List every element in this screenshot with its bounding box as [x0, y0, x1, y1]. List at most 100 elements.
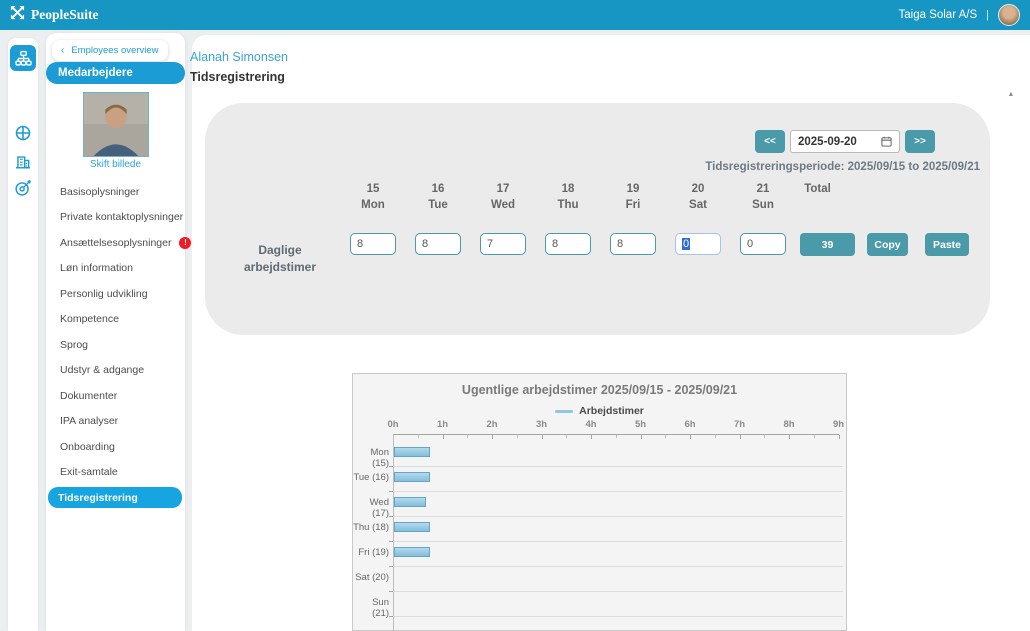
sidebar-item-private-kontaktoplysninger[interactable]: Private kontaktoplysninger — [46, 205, 185, 231]
chart-legend[interactable]: Arbejdstimer — [353, 405, 846, 417]
chart-row-label: Sun (21) — [353, 597, 389, 619]
change-photo-link[interactable]: Skift billede — [46, 159, 185, 170]
next-week-button[interactable]: >> — [905, 130, 935, 153]
day-number-fri: 19 — [610, 183, 656, 195]
y-axis-tick — [389, 516, 393, 517]
app-window: PeopleSuite Taiga Solar A/S | — [0, 0, 1030, 631]
row-gridline — [393, 516, 843, 517]
weekly-hours-chart: Ugentlige arbejdstimer 2025/09/15 - 2025… — [352, 373, 847, 631]
hours-input-thu[interactable] — [545, 233, 591, 255]
axis-minor-tick — [566, 435, 567, 438]
chart-bar-mon — [394, 447, 430, 457]
axis-tick-label: 6h — [675, 419, 705, 430]
axis-minor-tick — [517, 435, 518, 438]
company-name: Taiga Solar A/S — [899, 9, 978, 21]
employee-sidebar: ‹ Employees overview Medarbejdere Skift … — [46, 33, 185, 631]
hours-input-tue[interactable] — [415, 233, 461, 255]
day-name-sun: Sun — [740, 199, 786, 211]
employee-name-link[interactable]: Alanah Simonsen — [190, 50, 288, 64]
hours-input-mon[interactable] — [350, 233, 396, 255]
row-gridline — [393, 566, 843, 567]
row-gridline — [393, 466, 843, 467]
hours-input-sun[interactable] — [740, 233, 786, 255]
globe-icon[interactable] — [10, 120, 36, 146]
sidebar-item-ipa-analyser[interactable]: IPA analyser — [46, 409, 185, 435]
app-logo[interactable]: PeopleSuite — [10, 5, 99, 25]
axis-tick-mark — [789, 435, 790, 439]
day-name-thu: Thu — [545, 199, 591, 211]
app-name: PeopleSuite — [31, 7, 99, 23]
day-name-sat: Sat — [675, 199, 721, 211]
peoplesuite-logo-icon — [10, 5, 25, 25]
hours-input-fri[interactable] — [610, 233, 656, 255]
hours-input-wed[interactable] — [480, 233, 526, 255]
sidebar-item-løn-information[interactable]: Løn information — [46, 256, 185, 282]
hours-input-sat[interactable]: 0 — [675, 233, 721, 255]
sidebar-item-udstyr-adgange[interactable]: Udstyr & adgange — [46, 358, 185, 384]
y-axis-tick — [389, 566, 393, 567]
axis-tick-mark — [591, 435, 592, 439]
back-to-employees-button[interactable]: ‹ Employees overview — [52, 40, 168, 61]
top-bar: PeopleSuite Taiga Solar A/S | — [0, 0, 1030, 30]
axis-tick-mark — [492, 435, 493, 439]
day-name-mon: Mon — [350, 199, 396, 211]
day-number-thu: 18 — [545, 183, 591, 195]
chart-bar-tue — [394, 472, 430, 482]
row-gridline — [393, 541, 843, 542]
axis-tick-label: 2h — [477, 419, 507, 430]
date-value: 2025-09-20 — [798, 136, 881, 148]
y-axis-tick — [389, 616, 393, 617]
alert-badge: ! — [179, 237, 191, 249]
sidebar-item-basisoplysninger[interactable]: Basisoplysninger — [46, 179, 185, 205]
building-icon[interactable] — [10, 148, 36, 174]
sidebar-item-sprog[interactable]: Sprog — [46, 332, 185, 358]
x-axis-line — [393, 434, 839, 435]
sidebar-item-label: IPA analyser — [60, 415, 118, 427]
calendar-icon[interactable] — [881, 136, 892, 147]
chart-bar-fri — [394, 547, 430, 557]
nav-rail — [8, 38, 38, 631]
sidebar-item-tidsregistrering[interactable]: Tidsregistrering — [48, 487, 182, 508]
user-avatar[interactable] — [998, 4, 1020, 26]
day-number-wed: 17 — [480, 183, 526, 195]
sidebar-item-kompetence[interactable]: Kompetence — [46, 307, 185, 333]
sidebar-item-label: Dokumenter — [60, 390, 117, 402]
sidebar-item-label: Udstyr & adgange — [60, 364, 144, 376]
timesheet-panel: << 2025-09-20 >> Tidsregistreringsperiod… — [205, 103, 990, 335]
axis-tick-mark — [443, 435, 444, 439]
date-picker-field[interactable]: 2025-09-20 — [790, 130, 900, 153]
copy-button[interactable]: Copy — [867, 233, 908, 256]
sidebar-item-label: Personlig udvikling — [60, 288, 148, 300]
axis-tick-label: 9h — [824, 419, 854, 430]
axis-tick-label: 8h — [774, 419, 804, 430]
target-icon[interactable] — [10, 175, 36, 201]
y-axis-tick — [389, 466, 393, 467]
paste-button[interactable]: Paste — [925, 233, 969, 256]
sidebar-item-label: Private kontaktoplysninger — [60, 211, 183, 223]
org-chart-icon[interactable] — [10, 45, 36, 71]
sidebar-section-title: Medarbejdere — [46, 62, 185, 84]
row-gridline — [393, 591, 843, 592]
y-axis-tick — [389, 491, 393, 492]
sidebar-item-personlig-udvikling[interactable]: Personlig udvikling — [46, 281, 185, 307]
sidebar-item-exit-samtale[interactable]: Exit-samtale — [46, 460, 185, 486]
sidebar-item-label: Onboarding — [60, 441, 115, 453]
chart-row-label: Tue (16) — [353, 472, 389, 483]
day-number-mon: 15 — [350, 183, 396, 195]
sidebar-item-onboarding[interactable]: Onboarding — [46, 434, 185, 460]
sidebar-item-ansættelsesoplysninger[interactable]: Ansættelsesoplysninger! — [46, 230, 185, 256]
row-gridline — [393, 491, 843, 492]
period-label: Tidsregistreringsperiode: 2025/09/15 to … — [500, 161, 980, 173]
day-name-fri: Fri — [610, 199, 656, 211]
legend-marker — [555, 410, 573, 413]
sidebar-item-dokumenter[interactable]: Dokumenter — [46, 383, 185, 409]
sidebar-item-label: Ansættelsesoplysninger — [60, 237, 171, 249]
y-axis-tick — [389, 591, 393, 592]
axis-tick-mark — [542, 435, 543, 439]
scrollbar-up-arrow[interactable]: ▲ — [1004, 89, 1018, 101]
chart-row-label: Fri (19) — [353, 547, 389, 558]
day-name-tue: Tue — [415, 199, 461, 211]
axis-minor-tick — [715, 435, 716, 438]
sidebar-item-label: Tidsregistrering — [58, 492, 138, 504]
previous-week-button[interactable]: << — [755, 130, 785, 153]
